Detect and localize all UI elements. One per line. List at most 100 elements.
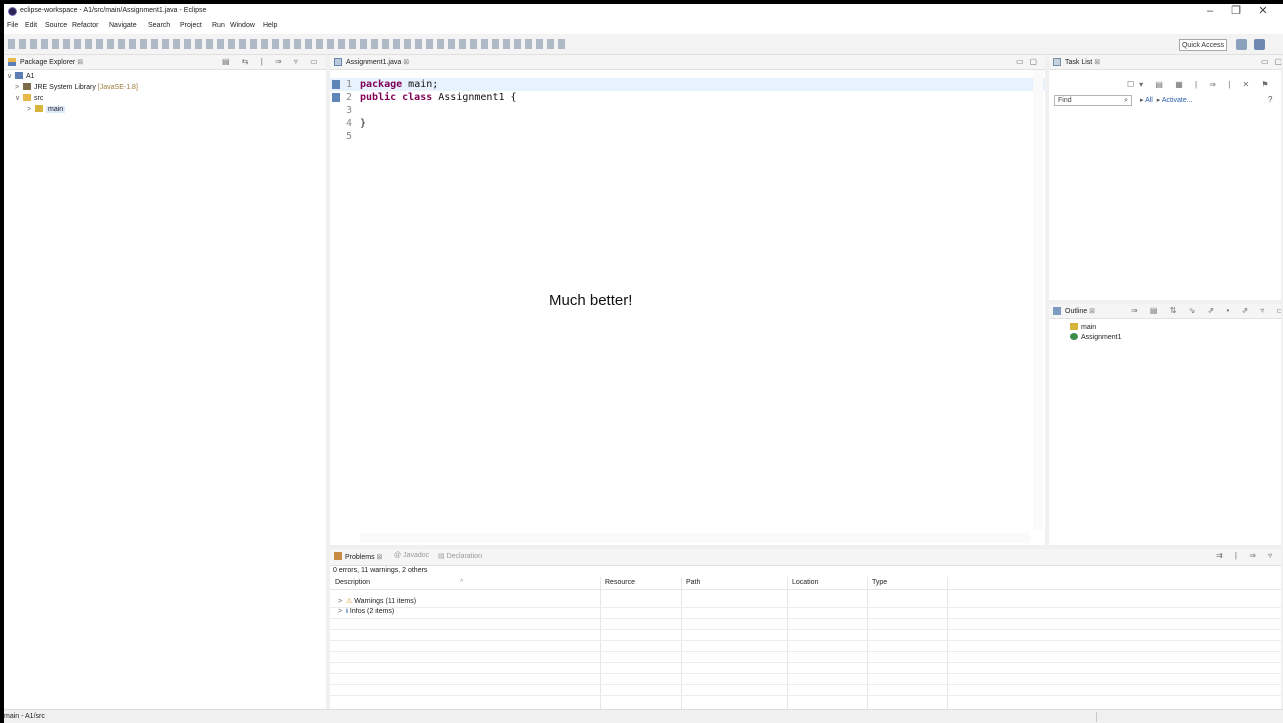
expand-toggle-icon[interactable]: > xyxy=(338,608,346,615)
package-icon xyxy=(35,105,43,112)
outline-item-class[interactable]: Assignment1 xyxy=(1070,333,1121,341)
vertical-scrollbar[interactable] xyxy=(1033,70,1043,530)
java-file-icon xyxy=(334,58,342,66)
tab-declaration[interactable]: ▤ Declaration xyxy=(438,552,482,560)
task-list-toolbar-icons[interactable]: ☐▾ ▤ ▦ | ⇒ | ✕ ⚑ ▤ | ⚐ ▿ xyxy=(1127,80,1281,89)
overlay-caption: Much better! xyxy=(549,292,633,309)
column-path[interactable]: Path xyxy=(686,579,700,586)
view-toolbar-icons[interactable]: ▤ ⇆ | ⇒ ▿ ▭ ▢ xyxy=(222,57,326,66)
search-icon: ⌕ xyxy=(1124,97,1128,104)
problems-row-infos[interactable]: > i Infos (2 items) xyxy=(338,608,394,615)
toolbar-icons[interactable] xyxy=(8,39,568,49)
menu-project[interactable]: Project xyxy=(180,22,202,29)
sort-indicator-icon: ^ xyxy=(460,579,464,586)
menu-run[interactable]: Run xyxy=(212,22,225,29)
warning-icon: ⚠ xyxy=(346,598,353,605)
class-icon xyxy=(1070,333,1078,340)
project-icon xyxy=(15,72,23,79)
help-icon[interactable]: ? xyxy=(1268,95,1272,104)
expand-toggle-icon[interactable]: > xyxy=(15,84,23,91)
status-text: main - A1/src xyxy=(4,713,45,720)
editor-view-controls[interactable]: ▭▢ xyxy=(1016,57,1043,66)
editor-tab-assignment1[interactable]: Assignment1.java ⊠ xyxy=(346,58,409,66)
outline-item-package[interactable]: main xyxy=(1070,323,1096,331)
tab-problems[interactable]: Problems ⊠ xyxy=(334,552,382,561)
window-title: eclipse-workspace - A1/src/main/Assignme… xyxy=(20,7,207,14)
activate-link[interactable]: Activate... xyxy=(1162,97,1193,104)
all-arrow-icon: ▸ xyxy=(1140,97,1144,104)
outline-icon xyxy=(1053,307,1061,315)
problems-summary: 0 errors, 11 warnings, 2 others xyxy=(333,567,428,574)
code-line-4[interactable]: 4 } xyxy=(330,117,1045,130)
expand-toggle-icon[interactable]: ∨ xyxy=(15,94,23,102)
close-tab-icon[interactable]: ⊠ xyxy=(1089,308,1095,315)
code-line-5[interactable]: 5 xyxy=(330,130,1045,143)
task-list-header: Task List ⊠ ▭▢ xyxy=(1049,55,1281,70)
column-resource[interactable]: Resource xyxy=(605,579,635,586)
menu-refactor[interactable]: Refactor xyxy=(72,22,98,29)
package-explorer-view: Package Explorer ⊠ ▤ ⇆ | ⇒ ▿ ▭ ▢ ∨A1 >JR… xyxy=(4,55,326,709)
menu-edit[interactable]: Edit xyxy=(25,22,37,29)
code-line-2[interactable]: 2 public class Assignment1 { xyxy=(330,91,1045,104)
menu-help[interactable]: Help xyxy=(263,22,277,29)
problems-row-warnings[interactable]: > ⚠ Warnings (11 items) xyxy=(338,597,416,605)
horizontal-scrollbar[interactable] xyxy=(360,533,1030,543)
menu-navigate[interactable]: Navigate xyxy=(109,22,137,29)
info-icon: i xyxy=(346,608,348,615)
title-bar: eclipse-workspace - A1/src/main/Assignme… xyxy=(4,4,1283,19)
task-list-icon xyxy=(1053,58,1061,66)
all-link[interactable]: All xyxy=(1145,97,1153,104)
activate-arrow-icon: ▸ xyxy=(1156,97,1161,104)
tree-item-jre-library[interactable]: > JRE System Library [JavaSE-1.8] xyxy=(15,83,138,91)
package-explorer-header: Package Explorer ⊠ ▤ ⇆ | ⇒ ▿ ▭ ▢ xyxy=(4,55,326,70)
task-list-view: Task List ⊠ ▭▢ ☐▾ ▤ ▦ | ⇒ | ✕ ⚑ ▤ | ⚐ ▿ … xyxy=(1049,55,1281,300)
open-perspective-icon[interactable] xyxy=(1236,39,1247,50)
library-icon xyxy=(23,83,31,90)
code-line-1[interactable]: 1 package main; xyxy=(330,78,1045,91)
editor-tab-bar: Assignment1.java ⊠ ▭▢ xyxy=(330,55,1045,70)
column-type[interactable]: Type xyxy=(872,579,887,586)
outline-toolbar-icons[interactable]: ⇒ ▤ ⇅ ⇘ ⇗ • ⇗ ▿ ▭ ▢ xyxy=(1131,306,1281,315)
close-button[interactable]: ✕ xyxy=(1250,4,1276,19)
maximize-button[interactable]: ❐ xyxy=(1223,4,1249,19)
tab-javadoc[interactable]: @ Javadoc xyxy=(394,552,429,559)
task-list-tab[interactable]: Task List ⊠ xyxy=(1065,58,1100,66)
eclipse-window: eclipse-workspace - A1/src/main/Assignme… xyxy=(4,4,1283,723)
outline-view: Outline ⊠ ⇒ ▤ ⇅ ⇘ ⇗ • ⇗ ▿ ▭ ▢ main Assig… xyxy=(1049,304,1281,545)
problems-view-controls[interactable]: ⇉ | ⇒ ▿ ▭ ▢ xyxy=(1216,551,1281,560)
tree-item-src[interactable]: ∨ src xyxy=(15,94,43,102)
expand-toggle-icon[interactable]: > xyxy=(27,106,35,113)
menu-source[interactable]: Source xyxy=(45,22,67,29)
tree-item-project[interactable]: ∨ A1 xyxy=(7,72,35,80)
close-tab-icon[interactable]: ⊠ xyxy=(1094,59,1100,66)
quick-access-field[interactable]: Quick Access xyxy=(1179,39,1227,51)
close-tab-icon[interactable]: ⊠ xyxy=(77,59,83,66)
java-perspective-icon[interactable] xyxy=(1254,39,1265,50)
expand-toggle-icon[interactable]: ∨ xyxy=(7,72,15,80)
minimize-button[interactable]: – xyxy=(1197,4,1223,19)
find-tasks-input[interactable]: Find ⌕ xyxy=(1054,95,1132,106)
package-explorer-icon xyxy=(8,58,16,66)
eclipse-logo-icon xyxy=(8,7,17,16)
task-list-view-controls[interactable]: ▭▢ xyxy=(1261,57,1281,66)
expand-toggle-icon[interactable]: > xyxy=(338,598,346,605)
problems-table-header: Description ^ Resource Path Location Typ… xyxy=(330,577,1281,590)
menu-window[interactable]: Window xyxy=(230,22,255,29)
status-divider xyxy=(1096,712,1097,722)
status-bar: main - A1/src xyxy=(4,709,1283,723)
column-description[interactable]: Description xyxy=(335,579,370,586)
tree-item-main-package[interactable]: > main xyxy=(27,105,66,113)
outline-tab[interactable]: Outline ⊠ xyxy=(1065,307,1095,315)
package-explorer-title[interactable]: Package Explorer ⊠ xyxy=(20,58,83,66)
close-tab-icon[interactable]: ⊠ xyxy=(403,59,409,66)
package-icon xyxy=(1070,323,1078,330)
menu-file[interactable]: File xyxy=(7,22,18,29)
problems-tab-bar: Problems ⊠ @ Javadoc ▤ Declaration ⇉ | ⇒… xyxy=(330,549,1281,566)
problems-view: Problems ⊠ @ Javadoc ▤ Declaration ⇉ | ⇒… xyxy=(330,549,1281,709)
close-tab-icon[interactable]: ⊠ xyxy=(377,554,383,561)
column-location[interactable]: Location xyxy=(792,579,818,586)
source-folder-icon xyxy=(23,94,31,101)
menu-bar: File Edit Source Refactor Navigate Searc… xyxy=(4,19,1283,34)
menu-search[interactable]: Search xyxy=(148,22,170,29)
code-line-3[interactable]: 3 xyxy=(330,104,1045,117)
